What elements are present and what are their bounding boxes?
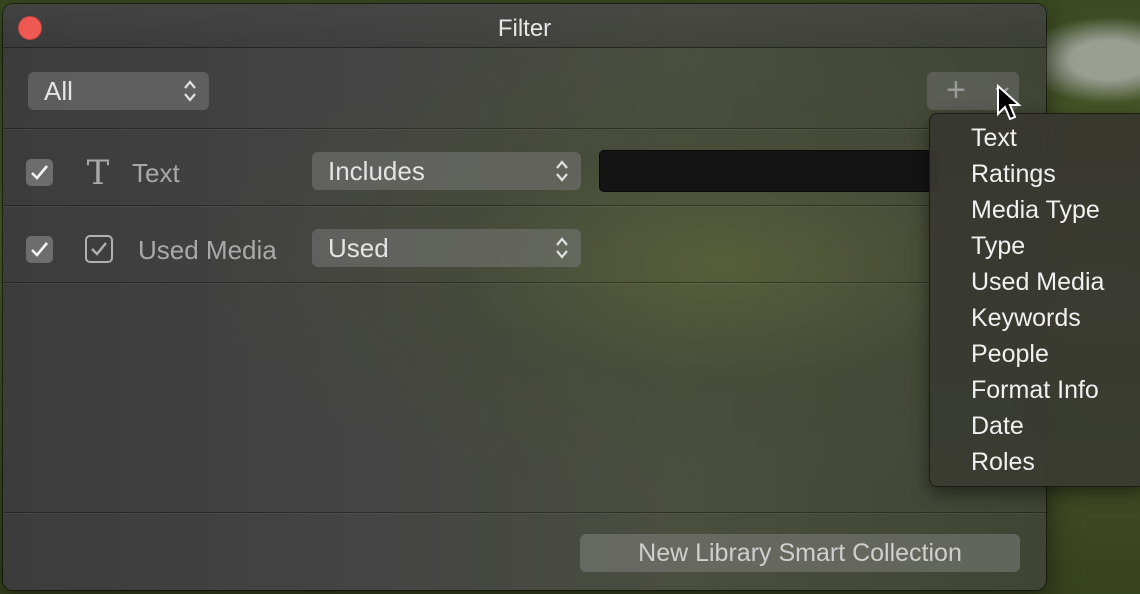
svg-text:T: T xyxy=(87,154,110,188)
menu-item-used-media[interactable]: Used Media xyxy=(930,264,1140,300)
checkbox-icon xyxy=(85,235,113,263)
rule-text-operator-value: Includes xyxy=(328,156,425,186)
rule-used-media-enable-checkbox[interactable] xyxy=(26,236,53,263)
divider xyxy=(3,205,1046,206)
menu-item-roles[interactable]: Roles xyxy=(930,444,1140,480)
footer-divider xyxy=(3,512,1046,513)
rule-used-media-label: Used Media xyxy=(138,235,277,265)
menu-item-date[interactable]: Date xyxy=(930,408,1140,444)
match-select-value: All xyxy=(44,76,73,106)
rule-text-operator-select[interactable]: Includes xyxy=(312,152,581,190)
rule-text-label: Text xyxy=(132,158,180,188)
updown-arrows-icon xyxy=(556,160,568,182)
menu-item-text[interactable]: Text xyxy=(930,120,1140,156)
rule-used-media-operator-select[interactable]: Used xyxy=(312,229,581,267)
text-icon: T xyxy=(87,154,110,188)
menu-item-media-type[interactable]: Media Type xyxy=(930,192,1140,228)
updown-arrows-icon xyxy=(556,237,568,259)
new-library-smart-collection-button[interactable]: New Library Smart Collection xyxy=(580,534,1020,572)
match-select[interactable]: All xyxy=(28,72,209,110)
mouse-cursor-icon xyxy=(997,84,1022,121)
checkmark-icon xyxy=(31,165,48,180)
title-bar: Filter xyxy=(3,4,1046,48)
divider xyxy=(3,128,1046,129)
rule-text-value-input[interactable] xyxy=(599,150,939,192)
menu-item-format-info[interactable]: Format Info xyxy=(930,372,1140,408)
menu-item-type[interactable]: Type xyxy=(930,228,1140,264)
window-title: Filter xyxy=(497,15,552,42)
divider xyxy=(3,282,1046,283)
rule-used-media-operator-value: Used xyxy=(328,233,389,263)
updown-arrows-icon xyxy=(184,80,196,102)
rule-text-enable-checkbox[interactable] xyxy=(26,159,53,186)
add-rule-menu: Text Ratings Media Type Type Used Media … xyxy=(929,113,1140,487)
checkmark-icon xyxy=(31,242,48,257)
menu-item-people[interactable]: People xyxy=(930,336,1140,372)
menu-item-ratings[interactable]: Ratings xyxy=(930,156,1140,192)
filter-window: Filter All + T Text Includes Used Media … xyxy=(3,4,1046,590)
plus-icon: + xyxy=(946,71,966,109)
menu-item-keywords[interactable]: Keywords xyxy=(930,300,1140,336)
